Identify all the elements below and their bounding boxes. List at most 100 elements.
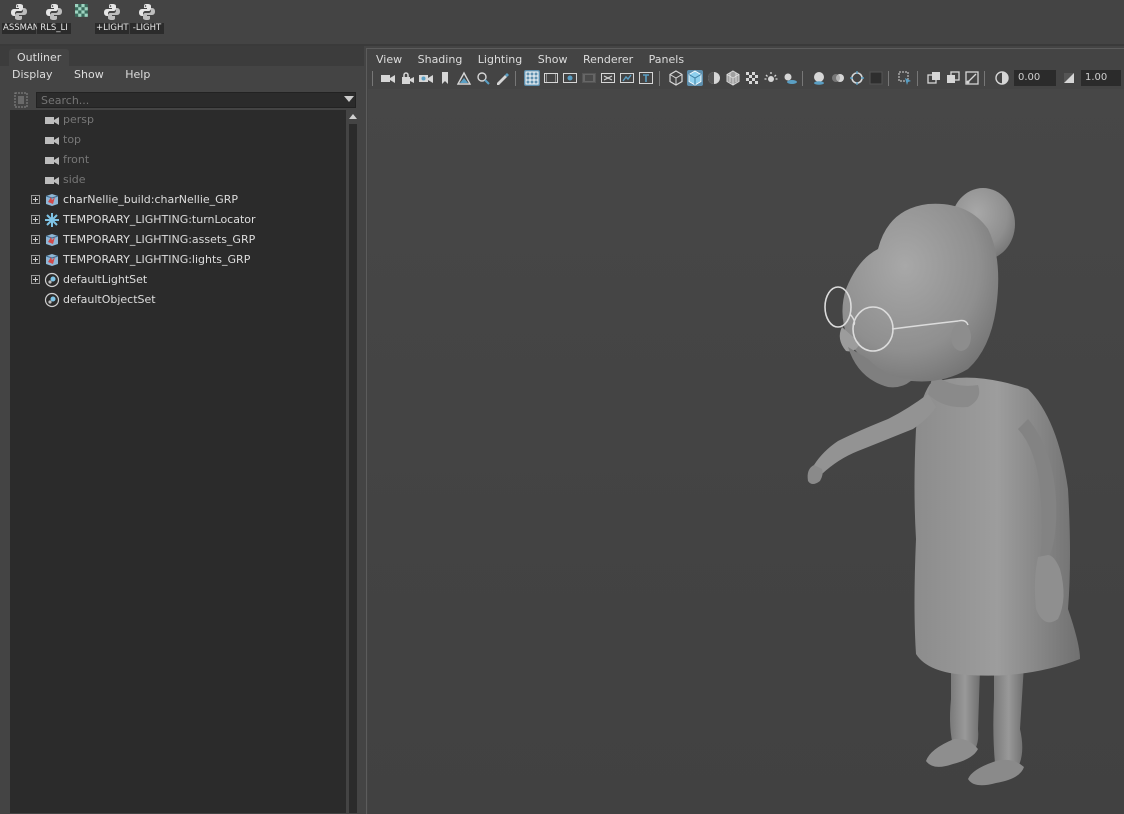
expand-toggle[interactable]: [31, 235, 40, 244]
set-icon: [44, 272, 60, 288]
scroll-up-arrow-icon[interactable]: [349, 114, 357, 119]
outliner-item-side[interactable]: side: [10, 170, 346, 190]
outliner-item-label: persp: [63, 113, 94, 126]
outliner-item-label: TEMPORARY_LIGHTING:assets_GRP: [63, 233, 256, 246]
field-chart-icon[interactable]: [600, 70, 616, 86]
gate-mask-icon[interactable]: [581, 70, 597, 86]
shelf-button-assman[interactable]: ASSMAN: [2, 2, 40, 36]
group-icon: [45, 234, 59, 246]
outliner-panel: Outliner Display Show Help persp top fro…: [0, 46, 364, 813]
screen-space-ao-icon[interactable]: [811, 70, 827, 86]
exposure-icon[interactable]: [994, 70, 1010, 86]
shelf-label: ASSMAN: [2, 23, 40, 34]
outliner-item-turnlocator[interactable]: TEMPORARY_LIGHTING:turnLocator: [10, 210, 346, 230]
shelf: ASSMAN RLS_LI +LIGHT -LIGHT: [0, 0, 1124, 44]
outliner-scrollbar[interactable]: [348, 110, 358, 813]
tab-outliner[interactable]: Outliner: [9, 49, 70, 66]
group-icon: [45, 194, 59, 206]
menu-show[interactable]: Show: [533, 51, 573, 68]
xray-active-components-icon[interactable]: [945, 70, 961, 86]
wireframe-icon[interactable]: [668, 70, 684, 86]
menu-panels[interactable]: Panels: [644, 51, 689, 68]
gamma-field[interactable]: 1.00: [1081, 70, 1121, 86]
python-script-icon: [46, 4, 62, 20]
camera-icon: [45, 137, 59, 145]
camera-icon: [45, 157, 59, 165]
expand-toggle[interactable]: [31, 195, 40, 204]
textured-icon[interactable]: [744, 70, 760, 86]
image-plane-icon[interactable]: [456, 70, 472, 86]
shelf-button-minus-light[interactable]: -LIGHT: [130, 2, 164, 36]
search-row: [10, 90, 360, 112]
xray-icon[interactable]: [926, 70, 942, 86]
expand-toggle[interactable]: [31, 215, 40, 224]
shelf-button-checker[interactable]: [74, 2, 92, 36]
outliner-item-defaultobjectset[interactable]: defaultObjectSet: [10, 290, 346, 310]
viewport-3d-canvas[interactable]: [368, 89, 1124, 814]
chevron-down-icon[interactable]: [344, 96, 354, 102]
outliner-item-label: defaultLightSet: [63, 273, 148, 286]
outliner-item-front[interactable]: front: [10, 150, 346, 170]
select-camera-icon[interactable]: [380, 70, 396, 86]
camera-icon: [45, 117, 59, 125]
shelf-button-rls-li[interactable]: RLS_LI: [37, 2, 71, 36]
safe-action-icon[interactable]: [619, 70, 635, 86]
shelf-label: -LIGHT: [130, 23, 164, 34]
default-material-icon[interactable]: [706, 70, 722, 86]
locator-icon: [45, 213, 59, 227]
xray-joints-icon[interactable]: [964, 70, 980, 86]
outliner-item-defaultlightset[interactable]: defaultLightSet: [10, 270, 346, 290]
expand-toggle[interactable]: [31, 275, 40, 284]
exposure-field[interactable]: 0.00: [1014, 70, 1056, 86]
two-d-pan-zoom-icon[interactable]: [475, 70, 491, 86]
menu-display[interactable]: Display: [8, 66, 57, 84]
menu-help[interactable]: Help: [121, 66, 154, 84]
wireframe-on-shaded-icon[interactable]: [725, 70, 741, 86]
grid-icon[interactable]: [524, 70, 540, 86]
use-all-lights-icon[interactable]: [763, 70, 779, 86]
outliner-item-persp[interactable]: persp: [10, 110, 346, 130]
set-icon: [44, 292, 60, 308]
shelf-label: +LIGHT: [95, 23, 129, 34]
multisample-aa-icon[interactable]: [849, 70, 865, 86]
group-icon: [45, 254, 59, 266]
outliner-item-top[interactable]: top: [10, 130, 346, 150]
scroll-track[interactable]: [349, 124, 357, 813]
safe-title-icon[interactable]: [638, 70, 654, 86]
outliner-item-label: charNellie_build:charNellie_GRP: [63, 193, 238, 206]
expand-toggle[interactable]: [31, 255, 40, 264]
motion-blur-icon[interactable]: [830, 70, 846, 86]
isolate-select-icon[interactable]: [897, 70, 913, 86]
toolbar-separator: [372, 71, 373, 86]
outliner-item-label: TEMPORARY_LIGHTING:turnLocator: [63, 213, 256, 226]
grease-pencil-icon[interactable]: [494, 70, 510, 86]
menu-renderer[interactable]: Renderer: [578, 51, 638, 68]
filter-icon[interactable]: [14, 92, 28, 108]
shelf-button-plus-light[interactable]: +LIGHT: [95, 2, 129, 36]
outliner-item-assets-grp[interactable]: TEMPORARY_LIGHTING:assets_GRP: [10, 230, 346, 250]
python-script-icon: [139, 4, 155, 20]
python-script-icon: [104, 4, 120, 20]
outliner-item-label: TEMPORARY_LIGHTING:lights_GRP: [63, 253, 251, 266]
depth-of-field-icon[interactable]: [868, 70, 884, 86]
toolbar-separator: [802, 71, 803, 86]
shadows-icon[interactable]: [782, 70, 798, 86]
toolbar-separator: [984, 71, 985, 86]
menu-shading[interactable]: Shading: [413, 51, 468, 68]
menu-view[interactable]: View: [371, 51, 407, 68]
bookmark-icon[interactable]: [437, 70, 453, 86]
search-input[interactable]: [36, 92, 356, 108]
gamma-icon[interactable]: [1061, 70, 1077, 86]
camera-icon: [45, 177, 59, 185]
resolution-gate-icon[interactable]: [562, 70, 578, 86]
camera-attributes-icon[interactable]: [418, 70, 434, 86]
checker-icon: [75, 4, 88, 17]
outliner-item-lights-grp[interactable]: TEMPORARY_LIGHTING:lights_GRP: [10, 250, 346, 270]
smooth-shade-icon[interactable]: [687, 70, 703, 86]
viewport-toolbar: 0.00 1.00: [370, 69, 1124, 89]
menu-lighting[interactable]: Lighting: [473, 51, 527, 68]
film-gate-icon[interactable]: [543, 70, 559, 86]
outliner-item-charnellie-grp[interactable]: charNellie_build:charNellie_GRP: [10, 190, 346, 210]
menu-show[interactable]: Show: [70, 66, 108, 84]
lock-camera-icon[interactable]: [399, 70, 415, 86]
